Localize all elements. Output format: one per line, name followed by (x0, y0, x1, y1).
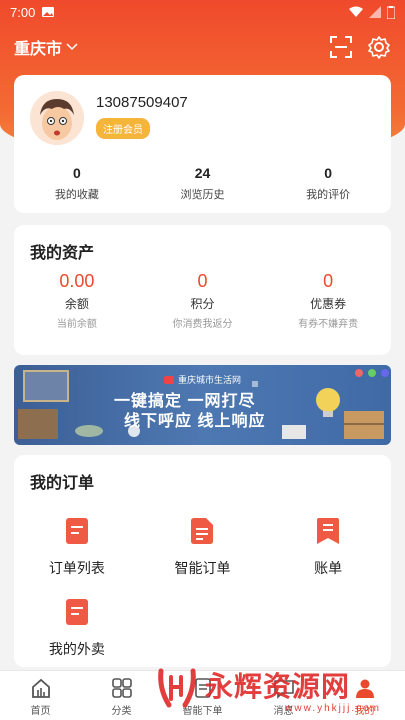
stat-favorites[interactable]: 0 我的收藏 (14, 165, 140, 202)
asset-label: 余额 (64, 297, 89, 311)
watermark-url: www.yhkjjj.com (285, 703, 381, 714)
tab-category[interactable]: 分类 (81, 671, 162, 720)
order-list-icon (65, 518, 88, 544)
stat-label: 浏览历史 (180, 189, 225, 201)
watermark-text: 永辉资源网 (205, 671, 351, 702)
smart-order-icon (191, 518, 214, 544)
asset-value: 0.00 (59, 271, 95, 291)
chevron-down-icon (66, 43, 78, 51)
asset-label: 优惠券 (310, 297, 347, 311)
city-name: 重庆市 (14, 41, 63, 58)
settings-icon[interactable] (367, 35, 391, 59)
smart-order-button[interactable]: 智能订单 (140, 517, 266, 578)
battery-icon (387, 5, 395, 19)
wifi-icon (349, 6, 363, 17)
site-watermark: 永辉资源网 www.yhkjjj.com (155, 662, 385, 714)
avatar-illustration (30, 91, 84, 145)
order-item-label: 账单 (314, 560, 343, 576)
scan-icon[interactable] (329, 35, 353, 59)
stat-value: 0 (72, 165, 81, 181)
asset-sub: 有券不嫌弃贵 (298, 319, 359, 330)
banner-brand-text: 重庆城市生活网 (178, 375, 242, 385)
status-bar: 7:00 (0, 0, 405, 24)
bill-button[interactable]: 账单 (265, 517, 391, 578)
photo-notification-icon (42, 7, 55, 17)
top-bar: 重庆市 (14, 30, 391, 64)
stat-value: 0 (324, 165, 333, 181)
takeout-button[interactable]: 我的外卖 (14, 598, 140, 659)
stat-label: 我的收藏 (54, 189, 99, 201)
order-item-label: 订单列表 (48, 560, 105, 576)
asset-value: 0 (323, 271, 334, 291)
promo-banner[interactable]: 重庆城市生活网 一键搞定 一网打尽 线下呼应 线上响应 (14, 365, 391, 445)
profile-stats: 0 我的收藏 24 浏览历史 0 我的评价 (14, 165, 391, 202)
banner-line2: 线下呼应 线上响应 (124, 413, 266, 430)
orders-title: 我的订单 (30, 475, 95, 492)
tab-label: 首页 (30, 706, 51, 717)
asset-points[interactable]: 0 积分 你消费我返分 (140, 271, 266, 330)
stat-value: 24 (194, 165, 211, 181)
home-icon (31, 678, 50, 698)
stat-reviews[interactable]: 0 我的评价 (265, 165, 391, 202)
tab-home[interactable]: 首页 (0, 671, 81, 720)
stat-history[interactable]: 24 浏览历史 (140, 165, 266, 202)
asset-value: 0 (197, 271, 208, 291)
order-item-label: 我的外卖 (48, 641, 105, 657)
tab-label: 分类 (111, 706, 132, 717)
avatar[interactable] (30, 91, 84, 145)
takeout-icon (65, 599, 88, 625)
user-phone: 13087509407 (96, 94, 188, 111)
city-selector[interactable]: 重庆市 (14, 35, 78, 59)
asset-label: 积分 (190, 297, 215, 311)
profile-card: 13087509407 注册会员 0 我的收藏 24 浏览历史 0 我的评价 (14, 75, 391, 213)
assets-card: 我的资产 0.00 余额 当前余额 0 积分 你消费我返分 0 优惠券 有券不嫌… (14, 225, 391, 355)
orders-card: 我的订单 订单列表 智能订单 账单 我的外卖 (14, 455, 391, 667)
member-badge: 注册会员 (96, 118, 150, 139)
asset-sub: 你消费我返分 (172, 319, 233, 330)
assets-title: 我的资产 (30, 245, 95, 262)
banner-logo-icon (164, 375, 174, 384)
order-item-label: 智能订单 (174, 560, 231, 576)
cellular-icon (369, 6, 381, 18)
status-time: 7:00 (10, 4, 36, 20)
category-icon (111, 678, 132, 698)
asset-sub: 当前余额 (56, 319, 97, 330)
banner-brand: 重庆城市生活网 (164, 373, 241, 386)
stat-label: 我的评价 (306, 189, 351, 201)
order-list-button[interactable]: 订单列表 (14, 517, 140, 578)
asset-coupons[interactable]: 0 优惠券 有券不嫌弃贵 (265, 271, 391, 330)
watermark-logo-icon (158, 668, 196, 708)
bill-icon (317, 518, 340, 544)
asset-balance[interactable]: 0.00 余额 当前余额 (14, 271, 140, 330)
